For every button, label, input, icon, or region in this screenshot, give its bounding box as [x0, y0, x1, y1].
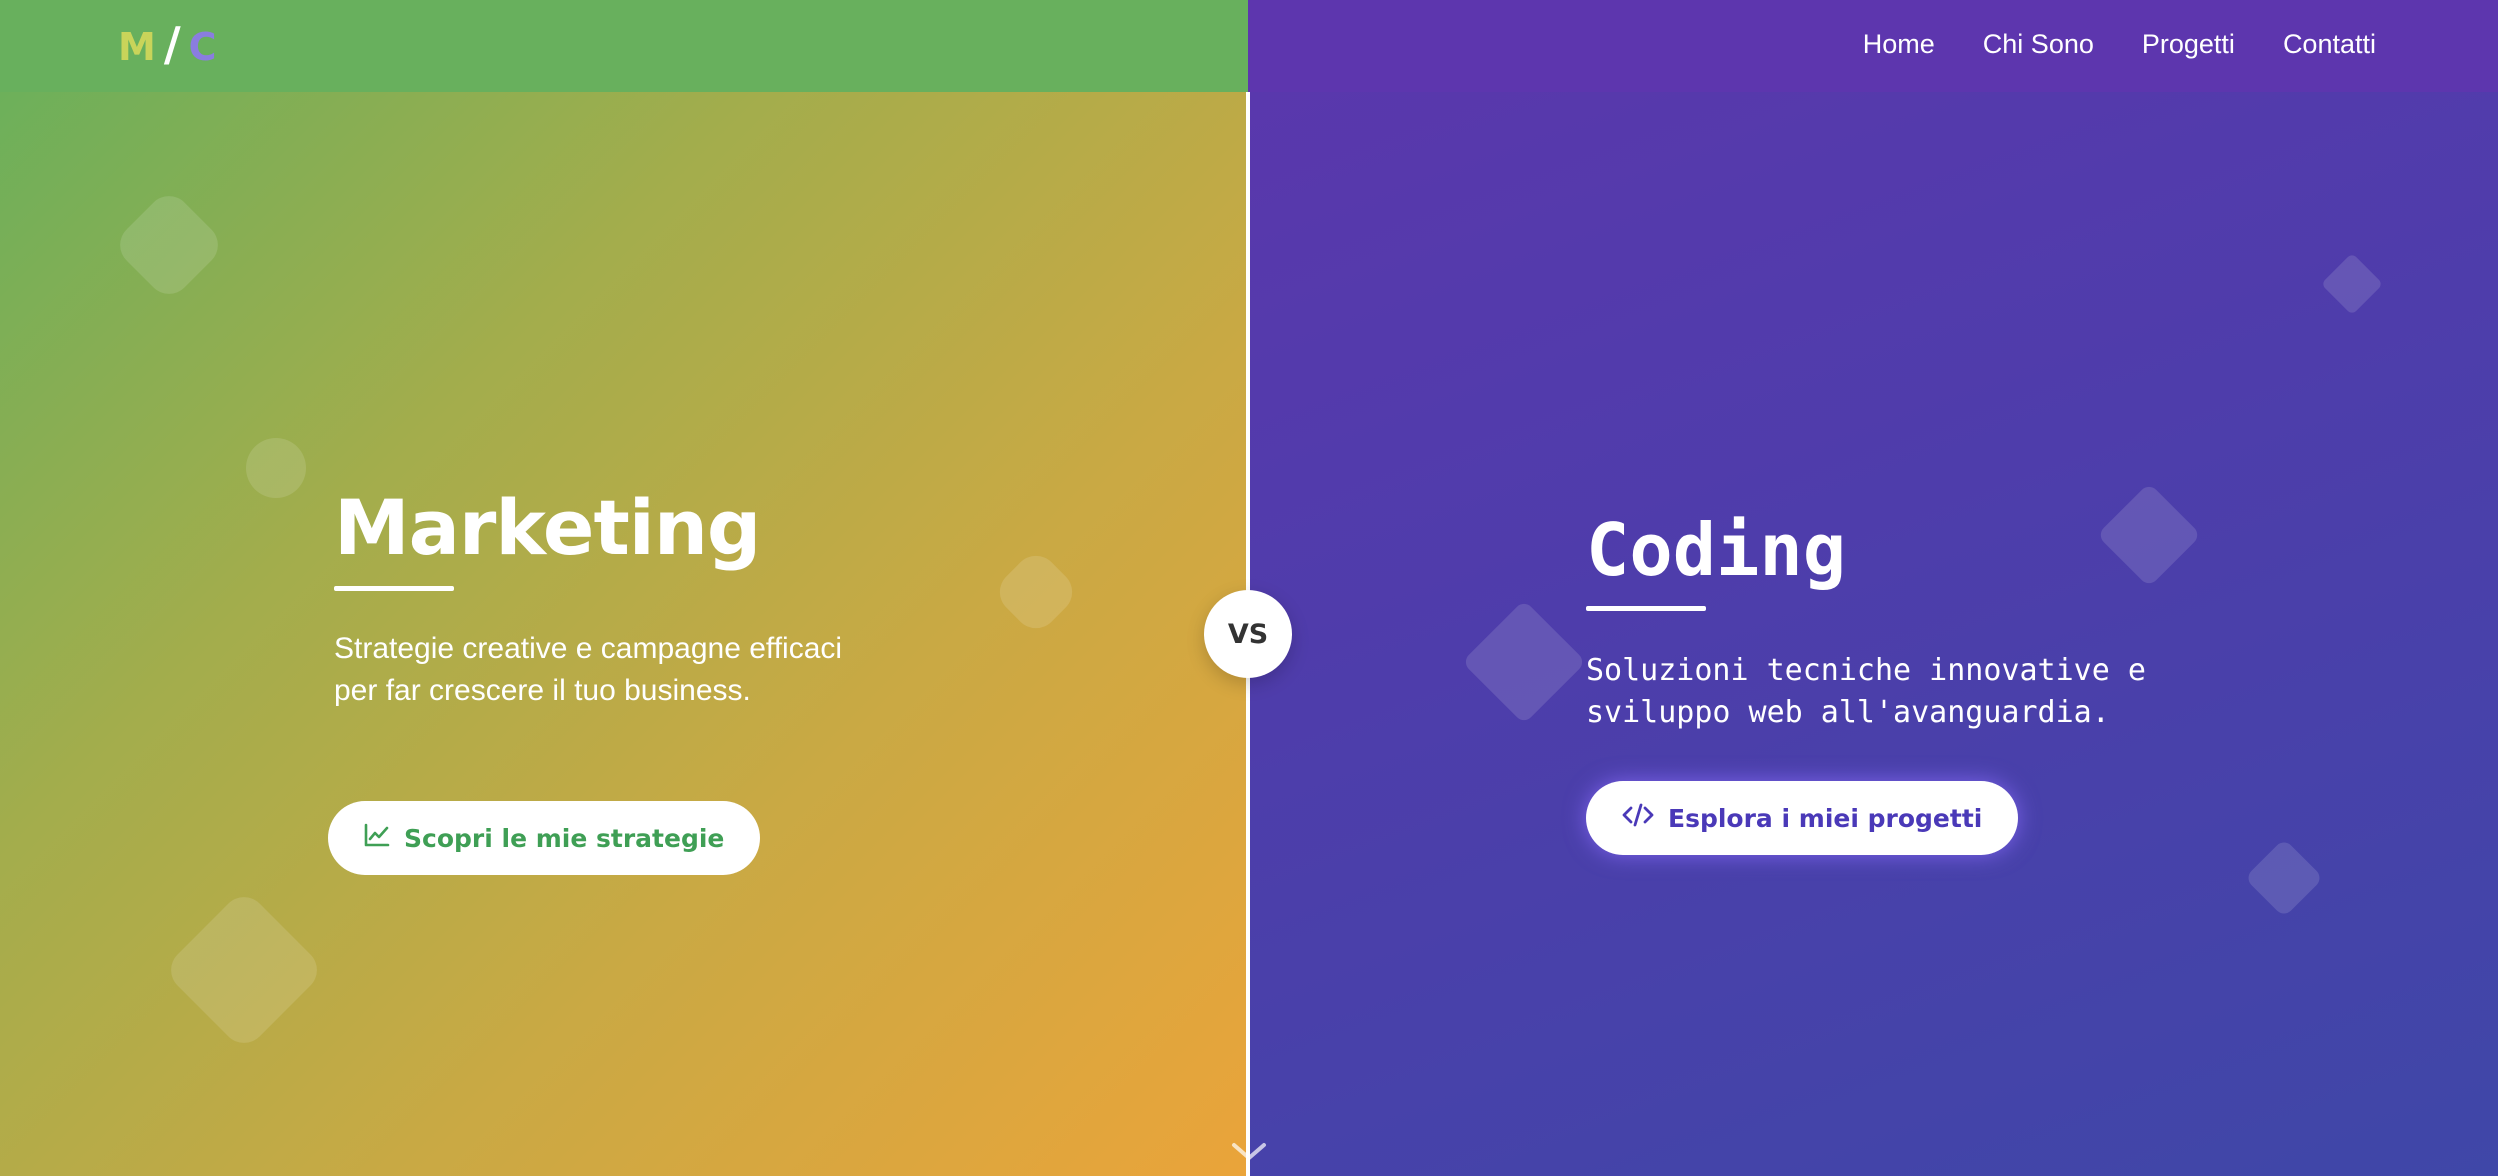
- coding-title-underline: [1586, 606, 1706, 611]
- code-icon: [1622, 803, 1654, 833]
- nav-home[interactable]: Home: [1863, 24, 1935, 64]
- vs-badge: VS: [1204, 590, 1292, 678]
- marketing-cta-button[interactable]: Scopri le mie strategie: [328, 801, 761, 875]
- site-logo[interactable]: M / C: [118, 18, 219, 73]
- coding-panel: [1248, 0, 2498, 1176]
- marketing-cta-label: Scopri le mie strategie: [404, 823, 725, 853]
- coding-title: Coding: [1586, 508, 1847, 592]
- chart-line-icon: [364, 823, 390, 853]
- decorative-shape: [2320, 252, 2384, 316]
- nav-chi-sono[interactable]: Chi Sono: [1983, 24, 2094, 64]
- nav-contatti[interactable]: Contatti: [2283, 24, 2376, 64]
- logo-separator: /: [163, 17, 183, 71]
- decorative-shape: [161, 887, 327, 1053]
- marketing-title: Marketing: [334, 483, 761, 572]
- marketing-title-underline: [334, 586, 454, 591]
- marketing-description: Strategie creative e campagne efficaci p…: [334, 632, 843, 707]
- coding-cta-label: Esplora i miei progetti: [1668, 803, 1983, 833]
- main-nav: Home Chi Sono Progetti Contatti: [1863, 24, 2376, 64]
- logo-letter-c: C: [188, 25, 219, 69]
- coding-description: Soluzioni tecniche innovative e sviluppo…: [1586, 653, 2146, 730]
- decorative-shape: [990, 546, 1082, 638]
- decorative-shape: [2096, 482, 2202, 588]
- decorative-shape: [246, 438, 306, 498]
- logo-letter-m: M: [118, 25, 158, 69]
- decorative-shape: [2244, 838, 2324, 918]
- nav-progetti[interactable]: Progetti: [2142, 24, 2235, 64]
- decorative-shape: [111, 187, 227, 303]
- chevron-down-icon[interactable]: [1230, 1140, 1268, 1168]
- marketing-panel: [0, 0, 1248, 1176]
- decorative-shape: [1461, 599, 1587, 725]
- split-hero-page: M / C Home Chi Sono Progetti Contatti Mark…: [0, 0, 2498, 1176]
- coding-cta-button[interactable]: Esplora i miei progetti: [1586, 781, 2019, 855]
